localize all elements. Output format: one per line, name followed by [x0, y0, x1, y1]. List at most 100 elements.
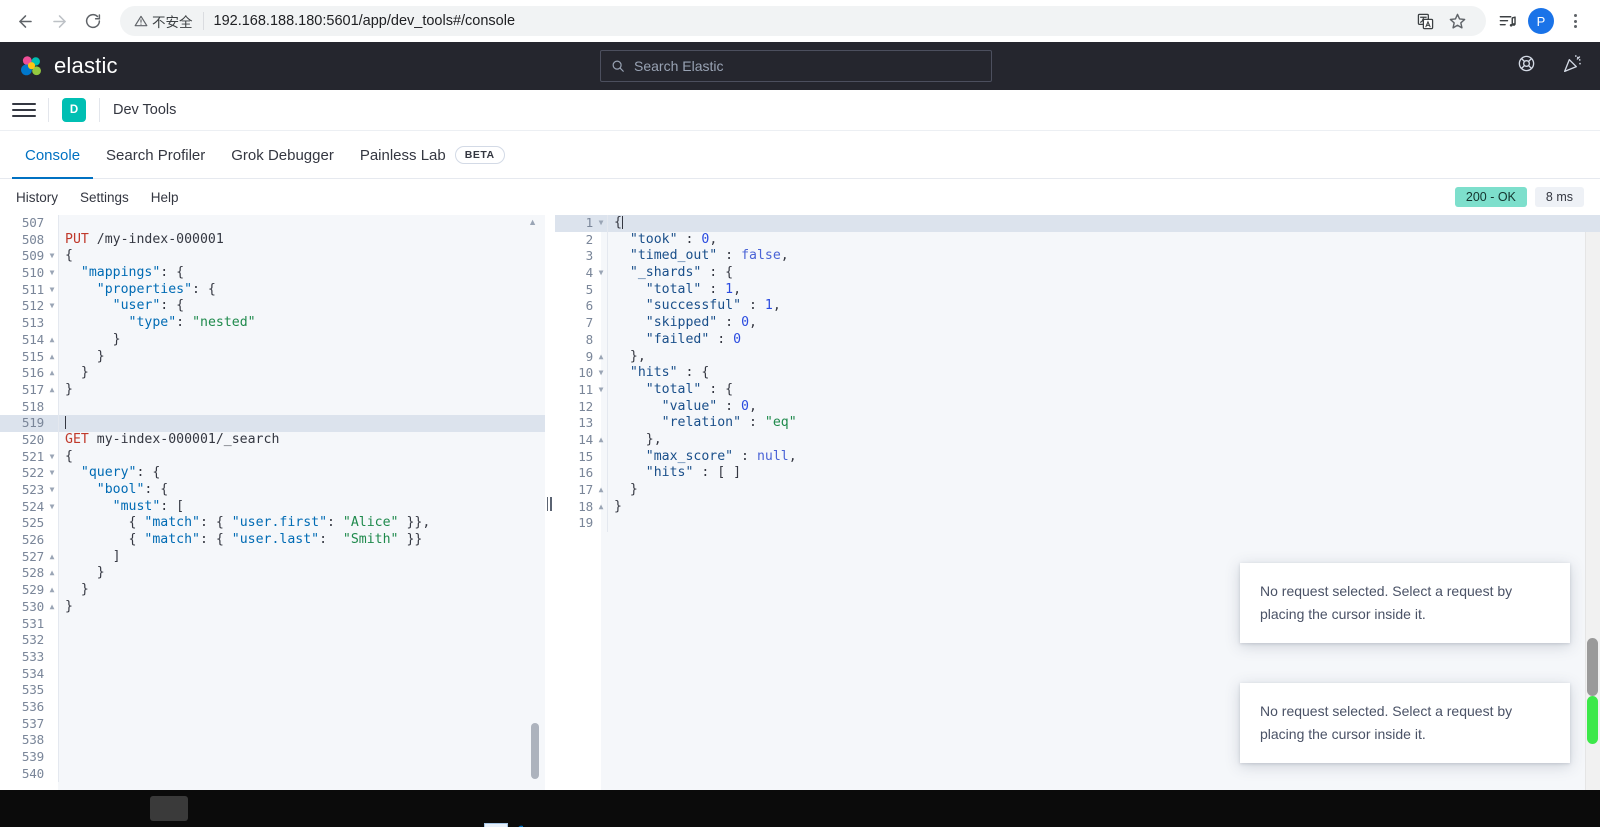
code-line[interactable]: 516 ▲ }: [0, 365, 545, 382]
code-line[interactable]: 518: [0, 398, 545, 416]
code-line[interactable]: 513 "type": "nested": [0, 315, 545, 332]
code-line[interactable]: 1 ▼ {: [555, 215, 1600, 232]
translate-button[interactable]: [1410, 6, 1440, 36]
fold-collapse-icon[interactable]: ▼: [46, 248, 58, 265]
taskbar-item[interactable]: [150, 796, 188, 821]
request-editor[interactable]: 507 508 PUT /my-index-000001 509 ▼{510 ▼ "map…: [0, 215, 545, 811]
fold-collapse-icon[interactable]: ▼: [46, 298, 58, 315]
global-search-input[interactable]: Search Elastic: [600, 50, 992, 82]
code-line[interactable]: 4 ▼ "_shards" : {: [555, 265, 1600, 282]
fold-collapse-icon[interactable]: ▼: [46, 499, 58, 516]
profile-avatar[interactable]: P: [1528, 8, 1554, 34]
code-line[interactable]: 539: [0, 749, 545, 766]
code-line[interactable]: 519: [0, 415, 545, 432]
code-line[interactable]: 10 ▼ "hits" : {: [555, 365, 1600, 382]
code-line[interactable]: 529 ▲ }: [0, 582, 545, 599]
code-line[interactable]: 527 ▲ ]: [0, 548, 545, 566]
tab-search-profiler[interactable]: Search Profiler: [93, 133, 218, 179]
code-line[interactable]: 514 ▲ }: [0, 331, 545, 349]
settings-button[interactable]: Settings: [80, 190, 129, 205]
security-indicator[interactable]: 不安全: [134, 11, 193, 31]
code-line[interactable]: 511 ▼ "properties": {: [0, 281, 545, 299]
code-line[interactable]: 13 "relation" : "eq": [555, 415, 1600, 432]
tab-painless-lab[interactable]: Painless Lab BETA: [347, 133, 518, 179]
back-button[interactable]: [10, 6, 40, 36]
fold-expand-icon[interactable]: ▲: [595, 499, 607, 516]
tab-grok-debugger[interactable]: Grok Debugger: [218, 133, 347, 179]
code-line[interactable]: 522 ▼ "query": {: [0, 465, 545, 482]
code-line[interactable]: 526 { "match": { "user.last": "Smith" }}: [0, 532, 545, 549]
code-line[interactable]: 515 ▲ }: [0, 348, 545, 366]
address-bar[interactable]: 不安全 192.168.188.180:5601/app/dev_tools#/…: [120, 6, 1486, 36]
fold-expand-icon[interactable]: ▲: [46, 599, 58, 616]
code-line[interactable]: 510 ▼ "mappings": {: [0, 265, 545, 282]
code-line[interactable]: 517 ▲}: [0, 381, 545, 399]
code-line[interactable]: 508 PUT /my-index-000001: [0, 231, 545, 249]
fold-collapse-icon[interactable]: ▼: [46, 465, 58, 482]
pane-resize-handle[interactable]: [544, 495, 554, 513]
code-line[interactable]: 537: [0, 715, 545, 733]
code-line[interactable]: 14 ▲ },: [555, 431, 1600, 449]
code-line[interactable]: 16 "hits" : [ ]: [555, 465, 1600, 482]
app-badge[interactable]: D: [62, 98, 86, 122]
fold-collapse-icon[interactable]: ▼: [595, 265, 607, 282]
page-scrollbar-thumb-upper[interactable]: [1587, 638, 1598, 696]
code-line[interactable]: 535: [0, 682, 545, 699]
elastic-logo-link[interactable]: elastic: [18, 53, 118, 80]
code-line[interactable]: 5 "total" : 1,: [555, 281, 1600, 299]
fold-expand-icon[interactable]: ▲: [46, 382, 58, 399]
nav-menu-button[interactable]: [12, 97, 36, 123]
fold-expand-icon[interactable]: ▲: [595, 349, 607, 366]
send-request-button[interactable]: [484, 823, 508, 827]
fold-collapse-icon[interactable]: ▼: [595, 365, 607, 382]
code-line[interactable]: 2 "took" : 0,: [555, 231, 1600, 249]
news-button[interactable]: [1562, 54, 1582, 79]
code-line[interactable]: 530 ▲}: [0, 598, 545, 616]
code-line[interactable]: 538: [0, 732, 545, 749]
code-line[interactable]: 533: [0, 648, 545, 666]
code-line[interactable]: 524 ▼ "must": [: [0, 498, 545, 516]
code-line[interactable]: 6 "successful" : 1,: [555, 298, 1600, 316]
fold-expand-icon[interactable]: ▲: [46, 365, 58, 382]
code-line[interactable]: 18 ▲}: [555, 498, 1600, 516]
code-line[interactable]: 536: [0, 698, 545, 716]
code-line[interactable]: 7 "skipped" : 0,: [555, 315, 1600, 332]
code-line[interactable]: 534: [0, 665, 545, 683]
help-button-console[interactable]: Help: [151, 190, 179, 205]
fold-expand-icon[interactable]: ▲: [46, 349, 58, 366]
fold-collapse-icon[interactable]: ▼: [46, 265, 58, 282]
code-line[interactable]: 8 "failed" : 0: [555, 331, 1600, 349]
code-line[interactable]: 3 "timed_out" : false,: [555, 248, 1600, 266]
code-line[interactable]: 507: [0, 215, 545, 232]
code-line[interactable]: 17 ▲ }: [555, 482, 1600, 499]
fold-expand-icon[interactable]: ▲: [46, 549, 58, 566]
fold-collapse-icon[interactable]: ▼: [595, 215, 607, 232]
code-line[interactable]: 525 { "match": { "user.first": "Alice" }…: [0, 515, 545, 533]
forward-button[interactable]: [44, 6, 74, 36]
code-line[interactable]: 540: [0, 765, 545, 783]
code-line[interactable]: 9 ▲ },: [555, 348, 1600, 366]
code-line[interactable]: 512 ▼ "user": {: [0, 298, 545, 316]
code-line[interactable]: 528 ▲ }: [0, 565, 545, 583]
fold-expand-icon[interactable]: ▲: [46, 565, 58, 582]
tab-console[interactable]: Console: [12, 133, 94, 179]
fold-expand-icon[interactable]: ▲: [46, 332, 58, 349]
code-line[interactable]: 523 ▼ "bool": {: [0, 482, 545, 499]
page-scrollbar-thumb-lower[interactable]: [1587, 696, 1598, 744]
fold-collapse-icon[interactable]: ▼: [46, 449, 58, 466]
fold-expand-icon[interactable]: ▲: [46, 582, 58, 599]
code-line[interactable]: 12 "value" : 0,: [555, 398, 1600, 416]
fold-collapse-icon[interactable]: ▼: [46, 282, 58, 299]
history-button[interactable]: History: [16, 190, 58, 205]
fold-expand-icon[interactable]: ▲: [595, 432, 607, 449]
fold-collapse-icon[interactable]: ▼: [595, 382, 607, 399]
code-line[interactable]: 521 ▼ {: [0, 448, 545, 466]
help-button[interactable]: [1517, 54, 1536, 78]
code-line[interactable]: 532: [0, 632, 545, 649]
media-control-button[interactable]: [1492, 6, 1522, 36]
reload-button[interactable]: [78, 6, 108, 36]
fold-expand-icon[interactable]: ▲: [595, 482, 607, 499]
code-line[interactable]: 15 "max_score" : null,: [555, 448, 1600, 466]
browser-menu-button[interactable]: [1560, 6, 1590, 36]
code-line[interactable]: 19: [555, 515, 1600, 533]
